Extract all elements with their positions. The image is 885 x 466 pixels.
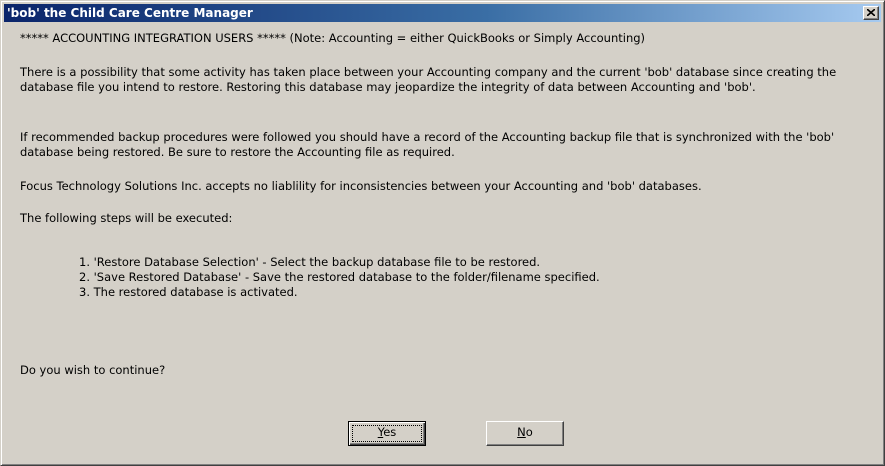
liability-disclaimer: Focus Technology Solutions Inc. accepts … [20,179,702,193]
backup-procedure-paragraph: If recommended backup procedures were fo… [20,130,835,159]
focus-rectangle [352,425,422,442]
integrity-warning-paragraph: There is a possibility that some activit… [20,65,837,94]
window-title: 'bob' the Child Care Centre Manager [7,6,253,20]
close-icon [867,9,875,16]
title-bar[interactable]: 'bob' the Child Care Centre Manager [4,4,881,22]
steps-intro: The following steps will be executed: [20,211,233,225]
step-item: 3. The restored database is activated. [79,285,298,299]
no-button-label: No [517,425,533,439]
no-label-rest: o [525,425,533,439]
step-item: 1. 'Restore Database Selection' - Select… [79,255,541,269]
no-button[interactable]: No [486,421,564,446]
dialog-window: 'bob' the Child Care Centre Manager ****… [0,0,885,466]
step-item: 2. 'Save Restored Database' - Save the r… [79,270,600,284]
no-mnemonic: N [517,425,526,439]
close-button[interactable] [863,6,879,20]
continue-question: Do you wish to continue? [20,363,166,377]
accounting-note: ***** ACCOUNTING INTEGRATION USERS *****… [20,31,646,45]
yes-button[interactable]: Yes [348,421,426,446]
